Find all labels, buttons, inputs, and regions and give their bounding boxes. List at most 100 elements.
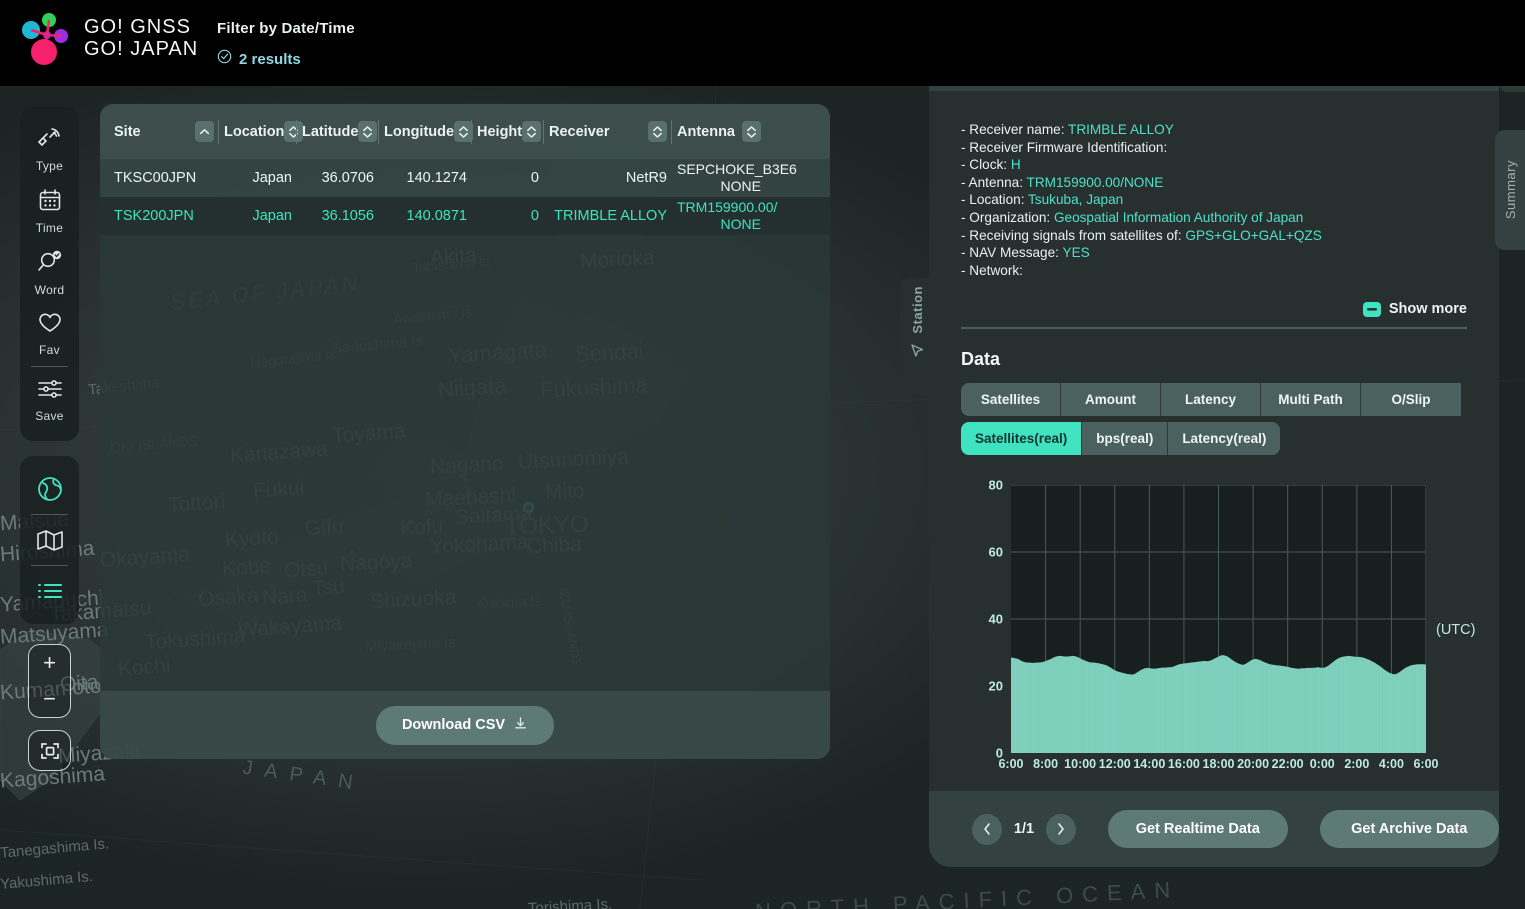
- get-archive-data-button[interactable]: Get Archive Data: [1319, 810, 1499, 848]
- data-section-title: Data: [961, 348, 1001, 369]
- info-label: - Receiver name:: [961, 122, 1069, 137]
- sidebar-item-fav[interactable]: Fav: [20, 303, 79, 363]
- sliders-icon: [36, 377, 64, 406]
- sort-toggle-icon[interactable]: [742, 121, 761, 142]
- station-info-line: - NAV Message: YES: [961, 244, 1467, 262]
- summary-tab[interactable]: Summary: [1495, 130, 1525, 250]
- table-header-label: Site: [114, 123, 141, 140]
- download-csv-button[interactable]: Download CSV: [375, 705, 555, 745]
- table-row[interactable]: TSK200JPN Japan 36.1056 140.0871 0 TRIMBLE AL…: [100, 197, 830, 235]
- filter-block: Filter by Date/Time 2 results: [217, 20, 355, 69]
- tab-latency[interactable]: Latency: [1161, 382, 1261, 416]
- table-cell-site: TSK200JPN: [114, 208, 194, 224]
- sidebar-label-time: Time: [35, 221, 64, 235]
- info-value: GPS+GLO+GAL+QZS: [1185, 227, 1322, 243]
- table-header-latitude[interactable]: Latitude: [296, 117, 384, 147]
- globe-icon[interactable]: [20, 464, 79, 514]
- fullscreen-button[interactable]: [28, 730, 71, 771]
- station-info-line: - Receiver name: TRIMBLE ALLOY: [961, 121, 1467, 139]
- chart-x-tick: 12:00: [1098, 756, 1131, 771]
- tab-o-slip[interactable]: O/Slip: [1361, 382, 1461, 416]
- sort-toggle-icon[interactable]: [358, 121, 378, 142]
- filter-title[interactable]: Filter by Date/Time: [217, 20, 355, 37]
- tab-bps-real[interactable]: bps(real): [1082, 421, 1169, 455]
- table-cell-location: Japan: [252, 208, 292, 224]
- info-label: - Receiving signals from satellites of:: [961, 227, 1186, 243]
- chart-y-tick: 20: [988, 678, 1003, 694]
- satellite-icon: [37, 125, 63, 156]
- sidebar-label-fav: Fav: [39, 343, 60, 357]
- station-tab-label: Station: [909, 286, 925, 334]
- sidebar-item-time[interactable]: Time: [20, 179, 79, 241]
- sort-toggle-icon[interactable]: [522, 121, 542, 142]
- get-realtime-data-button[interactable]: Get Realtime Data: [1108, 810, 1288, 848]
- satellites-chart[interactable]: 0 20 40 60 80 6:00 8:00 10:00 12:00 14:00 16:00 18…: [961, 477, 1476, 787]
- download-csv-label: Download CSV: [401, 717, 506, 733]
- chart-x-tick: 0:00: [1309, 756, 1335, 771]
- check-circle-icon: [217, 49, 232, 69]
- table-cell-antenna: SEPCHOKE_B3E6 NONE: [677, 161, 797, 194]
- station-detail-panel: TSK200JPN (Active) - Receiver name: TRIM…: [929, 21, 1499, 867]
- tab-latency-real[interactable]: Latency(real): [1168, 421, 1281, 455]
- tab-amount[interactable]: Amount: [1061, 382, 1161, 416]
- chart-plot-area: [1011, 484, 1426, 753]
- chevron-right-icon[interactable]: [1046, 813, 1077, 845]
- sidebar-item-save[interactable]: Save: [20, 369, 79, 429]
- chart-svg: [1011, 484, 1426, 753]
- table-cell-longitude: 140.1274: [406, 170, 467, 186]
- chevron-left-icon[interactable]: [972, 813, 1002, 845]
- sort-toggle-icon[interactable]: [648, 121, 667, 142]
- table-header-location[interactable]: Location: [218, 117, 304, 147]
- list-icon[interactable]: [20, 566, 79, 616]
- info-label: - Network:: [961, 262, 1023, 278]
- table-cell-height: 0: [530, 170, 539, 186]
- map-icon[interactable]: [20, 515, 79, 565]
- tab-satellites-real[interactable]: Satellites(real): [961, 421, 1083, 455]
- tab-multi-path[interactable]: Multi Path: [1261, 382, 1361, 416]
- table-header-receiver[interactable]: Receiver: [543, 117, 677, 147]
- cursor-icon: [909, 342, 926, 364]
- station-info-line: - Location: Tsukuba, Japan: [961, 191, 1467, 209]
- results-row: 2 results: [217, 49, 355, 69]
- heart-icon: [37, 311, 63, 340]
- table-body: TKSC00JPN Japan 36.0706 140.1274 0 NetR9 SEPCH…: [100, 159, 830, 691]
- chart-x-tick: 6:00: [998, 756, 1024, 771]
- table-header-row: Site Location Latitude Longitude Height Recei…: [100, 104, 830, 159]
- show-more-toggle[interactable]: Show more: [961, 301, 1467, 317]
- sidebar-item-type[interactable]: Type: [20, 117, 79, 179]
- table-row[interactable]: TKSC00JPN Japan 36.0706 140.1274 0 NetR9 SEPCH…: [100, 159, 830, 197]
- app-logo[interactable]: GO! GNSS GO! JAPAN: [20, 10, 198, 66]
- zoom-in-button[interactable]: +: [29, 645, 70, 681]
- detail-panel-footer: 1/1 Get Realtime Data Get Archive Data: [929, 791, 1499, 867]
- chart-y-axis: 0 20 40 60 80: [961, 477, 1003, 760]
- info-label: - Organization:: [961, 209, 1054, 225]
- chart-y-tick: 60: [988, 544, 1003, 560]
- chart-x-tick: 22:00: [1271, 756, 1304, 771]
- summary-tab-label: Summary: [1502, 160, 1518, 220]
- zoom-out-button[interactable]: −: [29, 681, 70, 717]
- chart-x-tick: 6:00: [1413, 756, 1439, 771]
- table-header-antenna[interactable]: Antenna: [671, 117, 771, 147]
- table-header-longitude[interactable]: Longitude: [378, 117, 477, 147]
- table-header-site[interactable]: Site: [114, 117, 224, 147]
- station-info-line: - Organization: Geospatial Information A…: [961, 209, 1467, 227]
- sort-asc-icon[interactable]: [195, 121, 214, 142]
- logo-text: GO! GNSS GO! JAPAN: [84, 16, 198, 60]
- data-tabs-secondary: Satellites(real) bps(real) Latency(real): [961, 421, 1467, 455]
- table-header-label: Longitude: [384, 123, 455, 140]
- station-info-line: - Antenna: TRM159900.00/NONE: [961, 174, 1467, 192]
- table-header-height[interactable]: Height: [471, 117, 549, 147]
- zoom-control: + −: [28, 644, 71, 718]
- chart-x-axis: 6:00 8:00 10:00 12:00 14:00 16:00 18:00 20:00 22…: [998, 756, 1438, 777]
- tab-satellites[interactable]: Satellites: [961, 382, 1061, 416]
- table-cell-antenna: TRM159900.00/NONE: [677, 199, 778, 232]
- sort-toggle-icon[interactable]: [284, 121, 304, 142]
- table-cell-latitude: 36.1056: [321, 208, 374, 224]
- sidebar-label-word: Word: [34, 283, 65, 297]
- chart-x-tick: 18:00: [1202, 756, 1235, 771]
- chart-x-tick: 10:00: [1064, 756, 1097, 771]
- sidebar-item-word[interactable]: Word: [20, 241, 79, 303]
- show-more-label: Show more: [1388, 301, 1467, 318]
- map-mode-group: [20, 456, 79, 624]
- page-indicator: 1/1: [1013, 821, 1035, 837]
